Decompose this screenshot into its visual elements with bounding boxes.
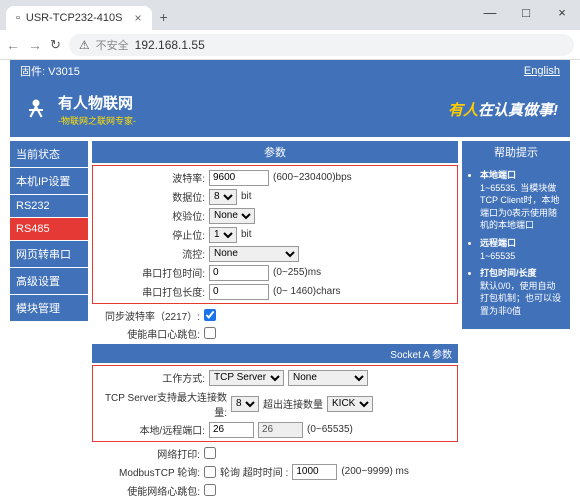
netprint-label: 网络打印:: [92, 446, 200, 461]
localport-input[interactable]: [209, 422, 254, 438]
sidebar-item-webserial[interactable]: 网页转串口: [10, 241, 88, 267]
baud-label: 波特率:: [97, 170, 205, 185]
insecure-icon: ⚠: [79, 38, 90, 52]
flow-label: 流控:: [97, 246, 205, 261]
modbus-label: ModbusTCP 轮询:: [92, 464, 200, 479]
maxconn-label: TCP Server支持最大连接数量:: [97, 389, 227, 419]
socket-a-header: Socket A 参数: [92, 344, 458, 363]
serialhb-checkbox[interactable]: [204, 327, 216, 339]
tab-title: USR-TCP232-410S: [26, 12, 123, 24]
browser-tabstrip: ▫ USR-TCP232-410S × + — □ ×: [0, 0, 580, 30]
nethb-checkbox[interactable]: [204, 484, 216, 496]
parity-label: 校验位:: [97, 208, 205, 223]
browser-tab[interactable]: ▫ USR-TCP232-410S ×: [6, 6, 152, 30]
mode-select[interactable]: TCP Server: [209, 370, 284, 386]
english-link[interactable]: English: [524, 65, 560, 77]
parity-select[interactable]: None: [209, 208, 255, 224]
sidebar-item-advanced[interactable]: 高级设置: [10, 268, 88, 294]
kick-select[interactable]: KICK: [327, 396, 373, 412]
help-body: 本地端口1~65535. 当模块做TCP Client时，本地端口为0表示使用随…: [462, 163, 570, 329]
mode-label: 工作方式:: [97, 370, 205, 385]
firmware-bar: 固件: V3015 English: [10, 60, 570, 82]
databits-label: 数据位:: [97, 189, 205, 204]
packlen-input[interactable]: [209, 284, 269, 300]
serial-params-box: 波特率:(600~230400)bps 数据位:8bit 校验位:None 停止…: [92, 165, 458, 304]
packtime-input[interactable]: [209, 265, 269, 281]
port-label: 本地/远程端口:: [97, 422, 205, 437]
sidebar-item-rs232[interactable]: RS232: [10, 195, 88, 217]
hero-subtitle: -物联网之联网专家-: [58, 114, 136, 127]
close-icon[interactable]: ×: [135, 11, 142, 25]
modbus-checkbox[interactable]: [204, 466, 216, 478]
sidebar: 当前状态 本机IP设置 RS232 RS485 网页转串口 高级设置 模块管理: [10, 141, 88, 500]
socket-a-box: 工作方式: TCP ServerNone TCP Server支持最大连接数量:8…: [92, 365, 458, 442]
stopbits-select[interactable]: 1: [209, 227, 237, 243]
close-window-icon[interactable]: ×: [544, 0, 580, 24]
forward-icon: →: [28, 37, 42, 53]
maximize-icon[interactable]: □: [508, 0, 544, 24]
databits-select[interactable]: 8: [209, 189, 237, 205]
url-input[interactable]: ⚠ 不安全 192.168.1.55: [69, 34, 574, 56]
sidebar-item-module[interactable]: 模块管理: [10, 295, 88, 321]
minimize-icon[interactable]: —: [472, 0, 508, 24]
section-params: 参数: [92, 141, 458, 163]
hero-slogan: 有人在认真做事!: [448, 99, 558, 120]
sync-checkbox[interactable]: [204, 309, 216, 321]
baud-input[interactable]: [209, 170, 269, 186]
mode2-select[interactable]: None: [288, 370, 368, 386]
sidebar-item-status[interactable]: 当前状态: [10, 141, 88, 167]
sidebar-item-rs485[interactable]: RS485: [10, 218, 88, 240]
netprint-checkbox[interactable]: [204, 447, 216, 459]
maxconn-select[interactable]: 8: [231, 396, 259, 412]
firmware-label: 固件: V3015: [20, 63, 80, 79]
hero-title: 有人物联网: [58, 92, 136, 113]
nethb-label: 使能网络心跳包:: [92, 483, 200, 498]
back-icon[interactable]: ←: [6, 37, 20, 53]
poll-input[interactable]: [292, 464, 337, 480]
hero-banner: 有人物联网 -物联网之联网专家- 有人在认真做事!: [10, 82, 570, 137]
packlen-label: 串口打包长度:: [97, 284, 205, 299]
reload-icon[interactable]: ↻: [50, 37, 61, 53]
stopbits-label: 停止位:: [97, 227, 205, 242]
url-text: 192.168.1.55: [135, 38, 205, 52]
help-header: 帮助提示: [462, 141, 570, 163]
remoteport-input: [258, 422, 303, 438]
flow-select[interactable]: None: [209, 246, 299, 262]
tab-favicon: ▫: [16, 12, 20, 24]
packtime-label: 串口打包时间:: [97, 265, 205, 280]
serialhb-label: 使能串口心跳包:: [92, 326, 200, 341]
insecure-label: 不安全: [96, 37, 129, 53]
sync-label: 同步波特率（2217）:: [92, 308, 200, 323]
address-bar: ← → ↻ ⚠ 不安全 192.168.1.55: [0, 30, 580, 60]
new-tab-button[interactable]: +: [152, 4, 176, 30]
sidebar-item-ip[interactable]: 本机IP设置: [10, 168, 88, 194]
logo-icon: [22, 96, 50, 124]
